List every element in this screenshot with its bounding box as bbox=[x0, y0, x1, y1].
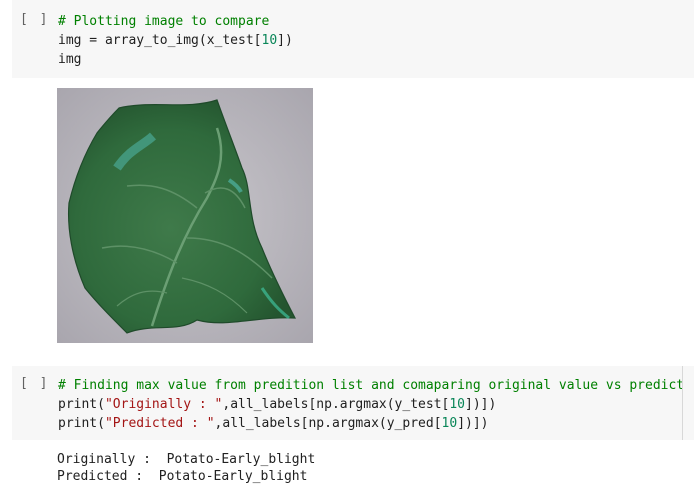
output-line: Originally : Potato-Early_blight bbox=[57, 452, 316, 467]
code-cell-compare-prediction[interactable]: [ ] # Finding max value from predition l… bbox=[12, 366, 694, 440]
code-number: 10 bbox=[449, 397, 466, 412]
run-cell-button[interactable]: [ ] bbox=[20, 12, 49, 27]
leaf-image bbox=[57, 88, 313, 343]
code-comment: # Finding max value from predition list … bbox=[58, 378, 694, 393]
code-text: print( bbox=[58, 416, 105, 431]
code-text: img = array_to_img(x_test[ bbox=[58, 33, 262, 48]
code-text: img bbox=[58, 52, 82, 67]
code-number: 10 bbox=[261, 33, 278, 48]
code-editor[interactable]: # Finding max value from predition list … bbox=[58, 376, 694, 433]
code-string: "Predicted : " bbox=[104, 416, 215, 431]
code-text: ])]) bbox=[457, 416, 489, 431]
output-line: Predicted : Potato-Early_blight bbox=[57, 469, 308, 484]
run-cell-button[interactable]: [ ] bbox=[20, 376, 49, 391]
horizontal-overflow-edge bbox=[682, 366, 694, 440]
cell-output-text: Originally : Potato-Early_blight Predict… bbox=[57, 451, 315, 485]
leaf-image-output bbox=[57, 88, 313, 343]
code-comment: # Plotting image to compare bbox=[58, 14, 270, 29]
code-text: print( bbox=[58, 397, 105, 412]
code-text: ,all_labels[np.argmax(y_pred[ bbox=[214, 416, 442, 431]
code-string: "Originally : " bbox=[104, 397, 223, 412]
code-cell-plot-image[interactable]: [ ] # Plotting image to compare img = ar… bbox=[12, 0, 694, 78]
code-editor[interactable]: # Plotting image to compare img = array_… bbox=[58, 12, 293, 69]
code-text: ]) bbox=[277, 33, 293, 48]
code-text: ,all_labels[np.argmax(y_test[ bbox=[222, 397, 450, 412]
code-text: ])]) bbox=[465, 397, 497, 412]
code-number: 10 bbox=[441, 416, 458, 431]
